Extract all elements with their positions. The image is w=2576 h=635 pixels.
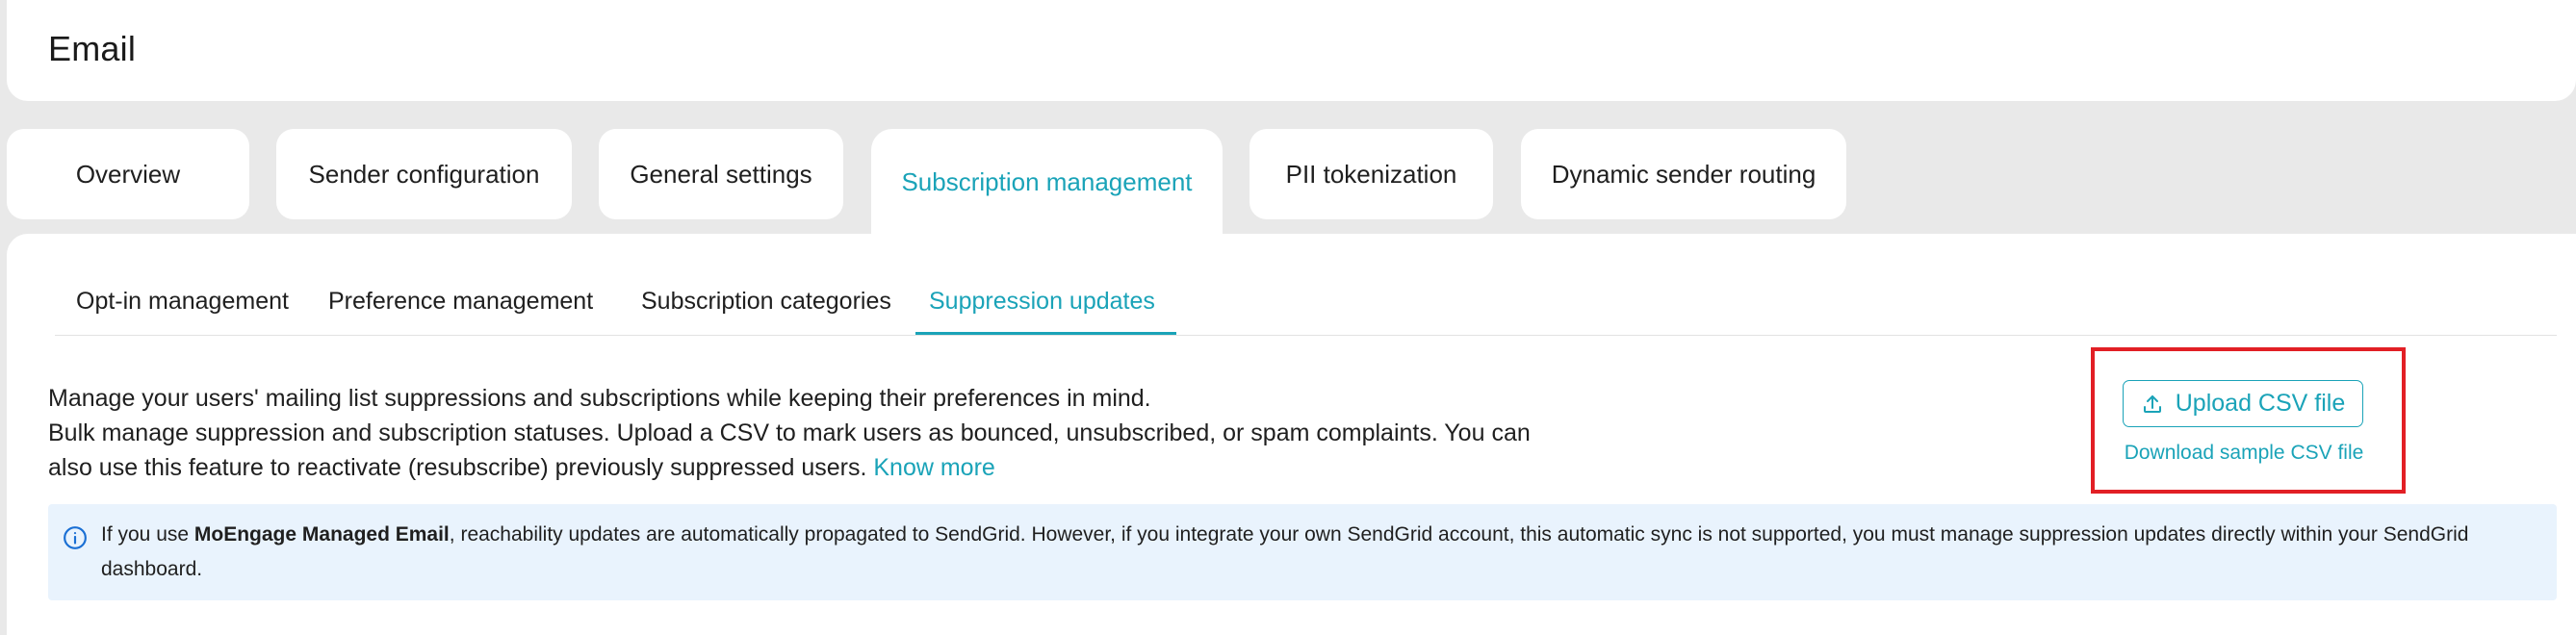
info-banner: If you use MoEngage Managed Email, reach… [48, 504, 2557, 600]
info-prefix: If you use [101, 523, 194, 546]
description-line-3: also use this feature to reactivate (res… [48, 450, 1588, 485]
main-tabs: Overview Sender configuration General se… [0, 129, 2576, 235]
tab-subscription-management[interactable]: Subscription management [871, 129, 1223, 235]
info-text: If you use MoEngage Managed Email, reach… [101, 518, 2546, 587]
download-sample-csv-link[interactable]: Download sample CSV file [2122, 442, 2366, 465]
page-title: Email [48, 29, 137, 68]
info-bold: MoEngage Managed Email [193, 523, 450, 546]
content-panel: Opt-in management Preference management … [7, 234, 2576, 635]
upload-icon [2143, 394, 2161, 413]
description-line-1: Manage your users' mailing list suppress… [48, 385, 1151, 412]
tab-general-settings[interactable]: General settings [599, 129, 843, 219]
active-subtab-indicator [915, 332, 1176, 335]
tab-overview[interactable]: Overview [7, 129, 249, 219]
subtab-preference-management[interactable]: Preference management [328, 288, 593, 316]
page-header: Email [7, 0, 2576, 101]
tab-sender-configuration[interactable]: Sender configuration [276, 129, 572, 219]
tab-pii-tokenization[interactable]: PII tokenization [1249, 129, 1493, 219]
know-more-link[interactable]: Know more [873, 454, 994, 481]
info-suffix: , reachability updates are automatically… [101, 523, 2469, 580]
tab-dynamic-sender-routing[interactable]: Dynamic sender routing [1521, 129, 1846, 219]
description-line-3-text: also use this feature to reactivate (res… [48, 454, 867, 481]
sub-tabs: Opt-in management Preference management … [55, 234, 2557, 336]
upload-csv-label: Upload CSV file [2175, 390, 2346, 417]
subtab-opt-in-management[interactable]: Opt-in management [76, 288, 289, 316]
subtab-suppression-updates[interactable]: Suppression updates [929, 288, 1155, 316]
subtab-subscription-categories[interactable]: Subscription categories [641, 288, 891, 316]
description-line-2: Bulk manage suppression and subscription… [48, 419, 1531, 446]
description: Manage your users' mailing list suppress… [48, 381, 1588, 485]
upload-csv-button[interactable]: Upload CSV file [2123, 380, 2363, 427]
info-icon [64, 526, 87, 549]
